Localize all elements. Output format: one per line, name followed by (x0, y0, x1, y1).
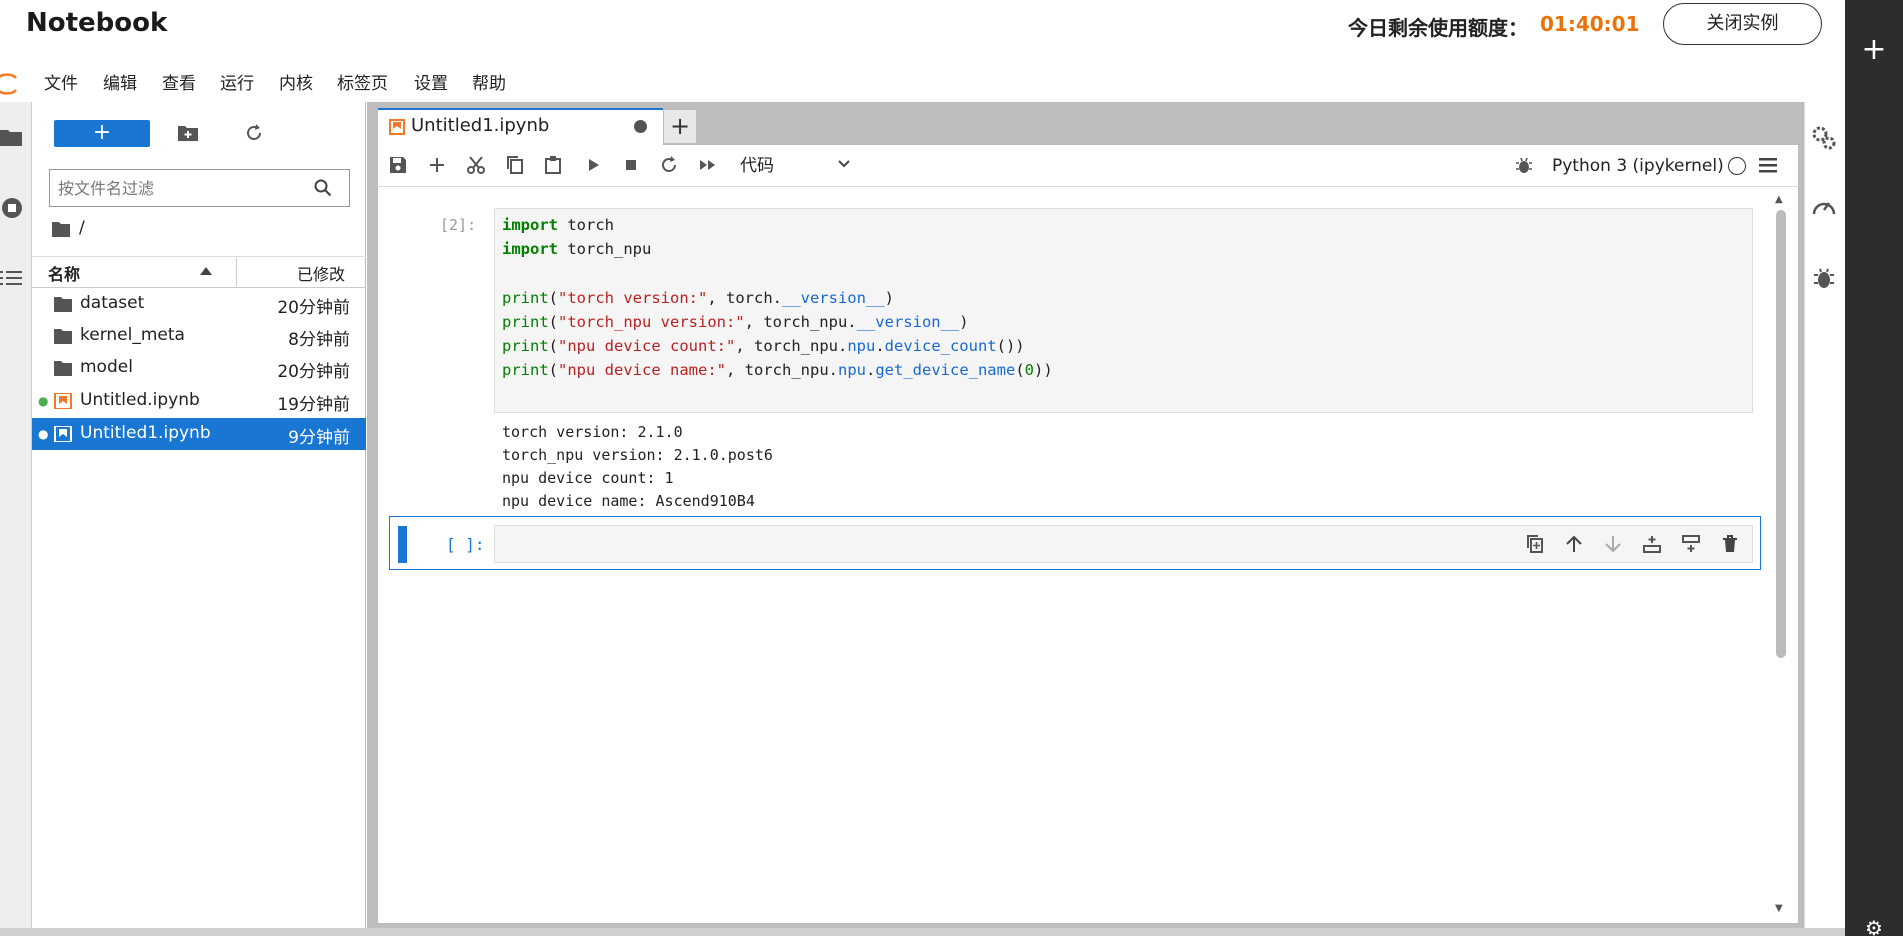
file-row-model[interactable]: model 20分钟前 (32, 352, 366, 384)
file-modified: 19分钟前 (277, 395, 350, 415)
menu-file[interactable]: 文件 (44, 66, 78, 102)
notebook-icon (389, 119, 405, 135)
menu-edit[interactable]: 编辑 (103, 66, 137, 102)
notebook-icon (54, 393, 72, 409)
plus-icon[interactable]: + (1860, 35, 1888, 65)
unsaved-indicator-icon[interactable] (634, 120, 647, 133)
filter-box (49, 169, 350, 207)
paste-icon[interactable] (543, 155, 563, 175)
run-icon[interactable] (583, 155, 603, 175)
stop-icon[interactable] (621, 155, 641, 175)
resource-usage-icon[interactable] (1810, 194, 1838, 222)
cell-prompt: [ ]: (446, 535, 485, 554)
new-launcher-button[interactable]: + (54, 120, 150, 147)
file-modified: 8分钟前 (288, 330, 350, 350)
file-name: Untitled.ipynb (80, 390, 200, 410)
menu-icon[interactable] (1758, 156, 1778, 174)
column-name-header[interactable]: 名称 (48, 261, 80, 285)
breadcrumb-folder-icon[interactable] (52, 221, 70, 237)
scroll-down-icon[interactable]: ▼ (1775, 903, 1783, 914)
app-title: Notebook (26, 8, 168, 38)
running-indicator: ● (38, 394, 49, 408)
kernel-name[interactable]: Python 3 (ipykernel) (1552, 152, 1724, 180)
cut-icon[interactable] (466, 155, 486, 175)
scroll-up-icon[interactable]: ▲ (1775, 194, 1783, 205)
add-tab-button[interactable]: + (664, 110, 696, 143)
menu-tabs[interactable]: 标签页 (337, 66, 388, 102)
search-icon[interactable] (314, 179, 332, 197)
cell-type-value: 代码 (740, 156, 774, 176)
cell-output: torch version: 2.1.0 torch_npu version: … (502, 423, 773, 510)
extension-icon[interactable]: ⚙ (1860, 916, 1888, 940)
menu-run[interactable]: 运行 (220, 66, 254, 102)
menu-view[interactable]: 查看 (162, 66, 196, 102)
new-folder-icon[interactable] (178, 124, 198, 142)
fast-forward-icon[interactable] (698, 155, 718, 175)
quota-time: 01:40:01 (1540, 12, 1640, 36)
running-indicator: ● (38, 427, 49, 441)
move-up-icon[interactable] (1564, 534, 1584, 554)
menu-help[interactable]: 帮助 (472, 66, 506, 102)
insert-above-icon[interactable] (1642, 534, 1662, 554)
folder-icon (54, 361, 72, 376)
save-icon[interactable] (388, 155, 408, 175)
menu-settings[interactable]: 设置 (414, 66, 448, 102)
right-dark-strip (1845, 0, 1903, 936)
file-name: dataset (80, 293, 145, 313)
restart-icon[interactable] (659, 155, 679, 175)
folder-icon[interactable] (0, 128, 22, 146)
file-name: kernel_meta (80, 325, 185, 345)
file-row-untitled[interactable]: ● Untitled.ipynb 19分钟前 (32, 385, 366, 417)
file-row-dataset[interactable]: dataset 20分钟前 (32, 288, 366, 320)
scrollbar-thumb[interactable] (1776, 210, 1786, 658)
breadcrumb[interactable]: / (79, 218, 85, 238)
status-bar (0, 928, 1845, 936)
file-name: Untitled1.ipynb (80, 423, 211, 443)
kernel-status-icon (1728, 157, 1746, 175)
cell-collapser[interactable] (398, 526, 407, 563)
menu-bar: 文件 编辑 查看 运行 内核 标签页 设置 帮助 (0, 66, 1845, 102)
sort-ascending-icon[interactable] (200, 267, 212, 275)
quota-label: 今日剩余使用额度： (1348, 16, 1528, 40)
bug-icon[interactable] (1514, 155, 1534, 175)
debugger-icon[interactable] (1810, 264, 1838, 292)
right-sidebar (1804, 102, 1845, 930)
column-modified-header[interactable]: 已修改 (297, 261, 345, 285)
chevron-down-icon[interactable] (837, 159, 851, 169)
move-down-icon[interactable] (1603, 534, 1623, 554)
add-cell-icon[interactable] (427, 155, 447, 175)
file-row-kernel-meta[interactable]: kernel_meta 8分钟前 (32, 320, 366, 352)
insert-below-icon[interactable] (1681, 534, 1701, 554)
copy-icon[interactable] (505, 155, 525, 175)
file-row-untitled1[interactable]: ● Untitled1.ipynb 9分钟前 (32, 418, 366, 450)
notebook-icon (54, 426, 72, 442)
table-of-contents-icon[interactable] (0, 268, 22, 288)
refresh-icon[interactable] (244, 123, 264, 143)
tab-label[interactable]: Untitled1.ipynb (411, 115, 549, 136)
delete-cell-icon[interactable] (1720, 534, 1740, 554)
file-modified: 20分钟前 (277, 362, 350, 382)
folder-icon (54, 329, 72, 344)
menu-kernel[interactable]: 内核 (279, 66, 313, 102)
file-modified: 20分钟前 (277, 298, 350, 318)
duplicate-cell-icon[interactable] (1525, 534, 1545, 554)
file-modified: 9分钟前 (288, 428, 350, 448)
folder-icon (54, 297, 72, 312)
property-inspector-icon[interactable] (1810, 124, 1838, 152)
running-icon[interactable] (0, 196, 24, 220)
code-content[interactable]: import torch import torch_npu print("tor… (502, 213, 1053, 382)
file-name: model (80, 357, 133, 377)
column-separator (236, 258, 237, 286)
close-instance-button[interactable]: 关闭实例 (1663, 3, 1822, 45)
cell-prompt: [2]: (440, 216, 477, 234)
file-filter-input[interactable] (58, 176, 298, 200)
activity-bar (0, 102, 32, 930)
